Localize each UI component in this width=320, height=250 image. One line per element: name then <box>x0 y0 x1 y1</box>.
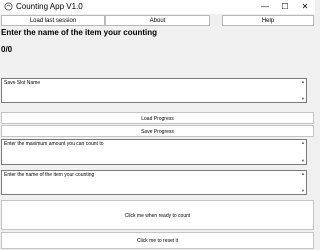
max-amount-placeholder: Enter the maximum amount you can count t… <box>4 141 104 147</box>
scroll-down-icon[interactable]: ▼ <box>301 189 305 193</box>
window-controls: — ☐ ✕ <box>255 0 315 14</box>
item-name-placeholder: Enter the name of the item your counting <box>4 172 95 178</box>
scroll-up-icon[interactable]: ▲ <box>301 141 305 145</box>
about-button[interactable]: About <box>105 15 210 26</box>
minimize-button[interactable]: — <box>255 0 275 14</box>
save-slot-name-placeholder: Save Slot Name <box>4 80 41 86</box>
window-title: Counting App V1.0 <box>16 2 83 11</box>
scroll-up-icon[interactable]: ▲ <box>301 80 305 84</box>
close-button[interactable]: ✕ <box>295 0 315 14</box>
save-progress-button[interactable]: Save Progress <box>1 125 314 137</box>
max-amount-field[interactable]: Enter the maximum amount you can count t… <box>1 139 307 165</box>
scroll-down-icon[interactable]: ▼ <box>301 97 305 101</box>
help-button[interactable]: Help <box>222 15 314 26</box>
scroll-down-icon[interactable]: ▼ <box>301 159 305 163</box>
ready-to-count-button[interactable]: Click me when ready to count <box>1 200 314 230</box>
scroll-up-icon[interactable]: ▲ <box>301 172 305 176</box>
load-last-session-button[interactable]: Load last session <box>1 15 105 26</box>
item-name-field[interactable]: Enter the name of the item your counting… <box>1 170 307 195</box>
app-icon <box>4 2 13 11</box>
reset-button[interactable]: Click me to reset it <box>1 232 314 249</box>
page-heading: Enter the name of the item your counting <box>1 28 158 37</box>
count-display: 0/0 <box>1 45 13 54</box>
save-slot-name-field[interactable]: Save Slot Name ▲ ▼ <box>1 78 307 103</box>
title-bar: Counting App V1.0 — ☐ ✕ <box>0 0 315 14</box>
maximize-button[interactable]: ☐ <box>275 0 295 14</box>
load-progress-button[interactable]: Load Progress <box>1 112 314 124</box>
